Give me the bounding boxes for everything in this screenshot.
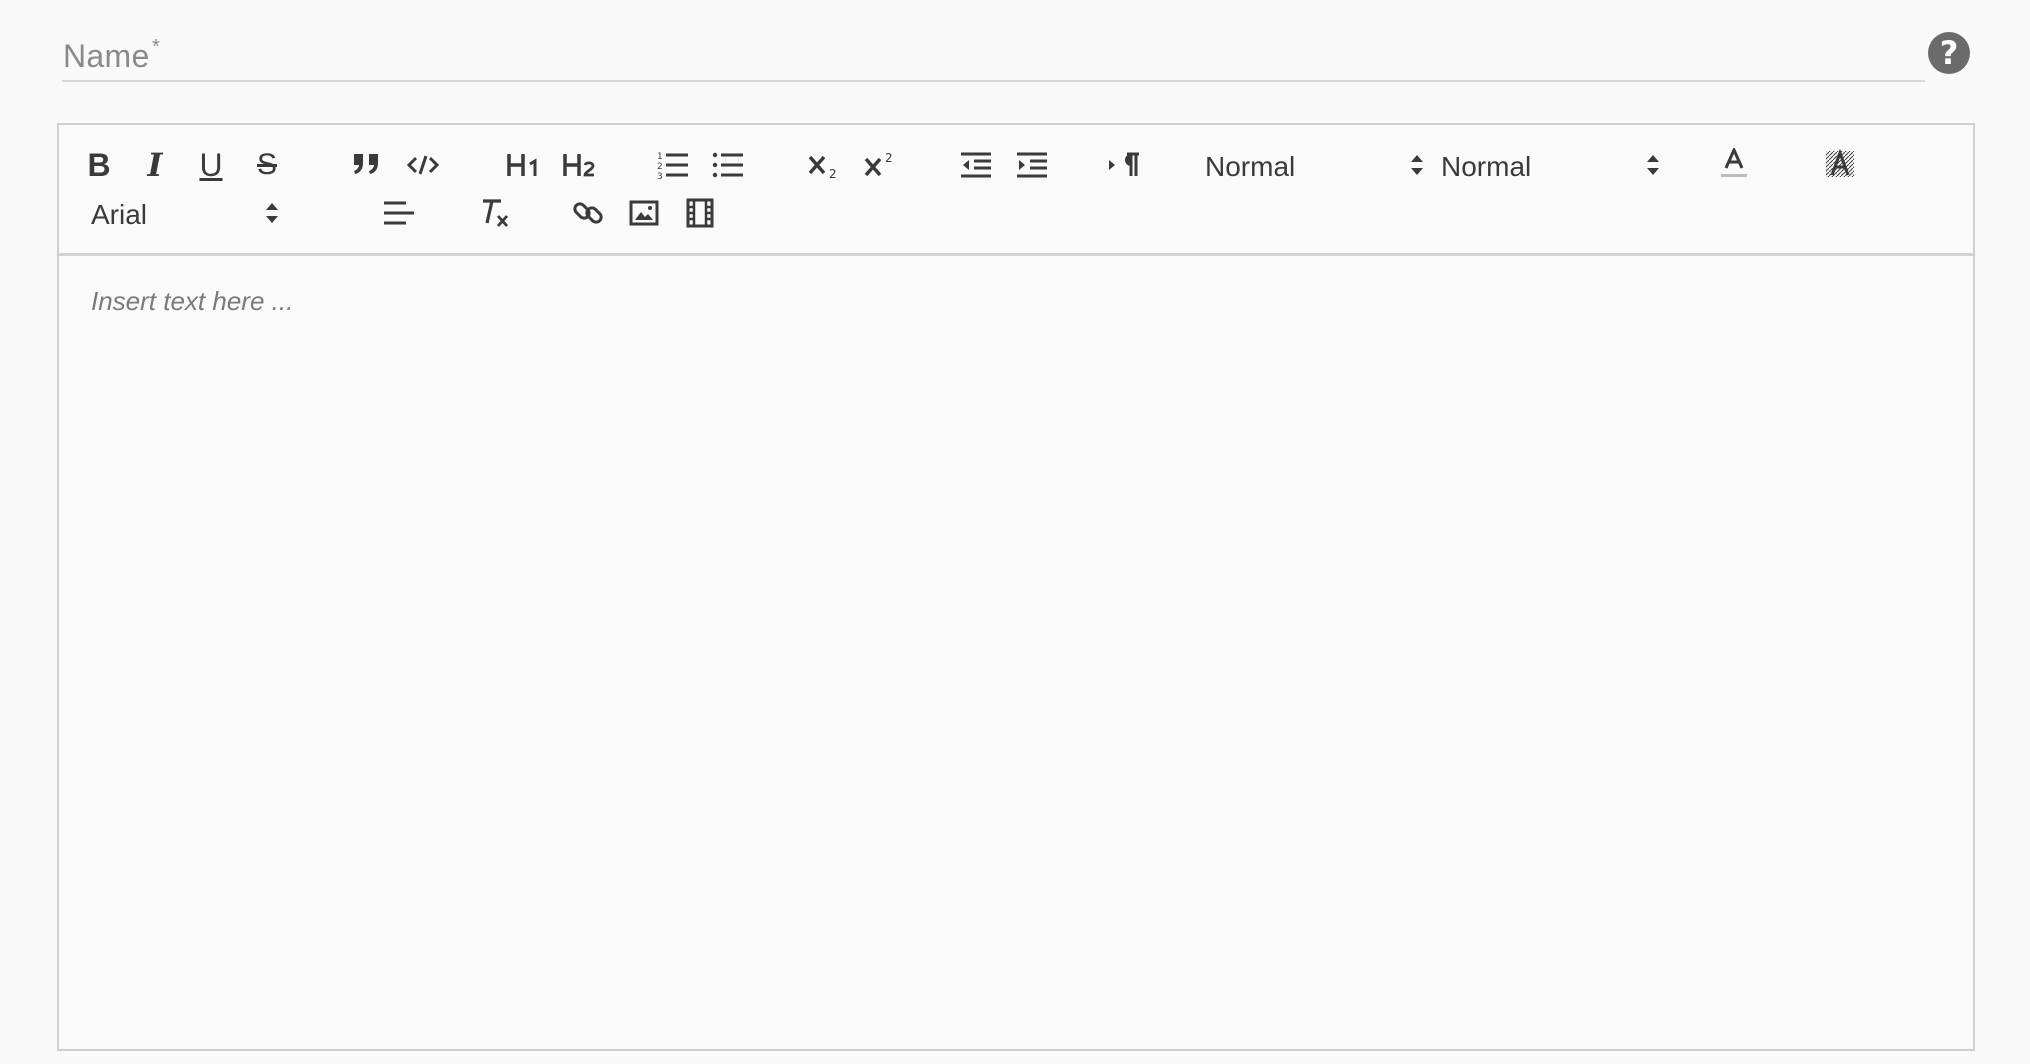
heading-1-button[interactable] [499, 145, 549, 185]
indent-button[interactable] [1011, 145, 1053, 185]
align-button[interactable] [377, 193, 419, 233]
rich-text-editor: B I U S 1 2 3 2 2 Normal Normal Arial In… [57, 123, 1975, 1051]
align-left-icon [384, 201, 414, 225]
italic-button[interactable]: I [137, 145, 173, 185]
chevron-updown-icon [1411, 155, 1423, 175]
help-icon[interactable]: ? [1928, 32, 1970, 74]
outdent-icon [961, 152, 991, 178]
svg-text:1: 1 [657, 152, 663, 162]
blockquote-button[interactable] [349, 145, 385, 185]
editor-toolbar: B I U S 1 2 3 2 2 Normal Normal Arial [59, 125, 1973, 256]
clear-formatting-button[interactable] [473, 193, 515, 233]
size-picker[interactable]: Normal [1441, 145, 1661, 185]
bold-button[interactable]: B [81, 145, 117, 185]
text-color-icon [1721, 148, 1747, 177]
video-button[interactable] [679, 193, 721, 233]
outdent-button[interactable] [955, 145, 997, 185]
text-direction-icon [1109, 152, 1139, 176]
heading-2-button[interactable] [555, 145, 605, 185]
subscript-icon: 2 [808, 155, 837, 179]
superscript-button[interactable]: 2 [859, 145, 901, 185]
image-icon [629, 200, 659, 226]
italic-icon: I [147, 146, 163, 184]
chevron-updown-icon [266, 203, 278, 223]
indent-icon [1017, 152, 1047, 178]
font-picker[interactable]: Arial [91, 193, 281, 233]
bullet-list-icon [712, 152, 743, 178]
header-picker[interactable]: Normal [1205, 145, 1425, 185]
clear-formatting-icon [483, 199, 509, 227]
chevron-updown-icon [1647, 155, 1659, 175]
heading-2-icon [563, 154, 595, 177]
svg-text:2: 2 [657, 162, 663, 172]
text-direction-button[interactable] [1103, 145, 1145, 185]
heading-1-icon [507, 154, 537, 176]
svg-text:3: 3 [657, 172, 663, 180]
strikethrough-icon: S [256, 148, 277, 181]
ordered-list-icon: 1 2 3 [657, 152, 688, 180]
font-picker-label: Arial [91, 199, 148, 230]
code-block-button[interactable] [405, 145, 441, 185]
name-field[interactable]: Name * [62, 30, 1925, 82]
blockquote-icon [354, 154, 378, 174]
header-picker-label: Normal [1205, 151, 1296, 182]
underline-button[interactable]: U [193, 145, 229, 185]
editor-placeholder: Insert text here ... [91, 286, 294, 316]
code-block-icon [407, 155, 439, 175]
editor-content[interactable]: Insert text here ... [59, 256, 1973, 1049]
svg-text:2: 2 [885, 151, 893, 165]
underline-icon: U [199, 146, 223, 183]
bold-icon: B [87, 146, 111, 183]
ordered-list-button[interactable]: 1 2 3 [651, 145, 693, 185]
svg-text:2: 2 [829, 167, 837, 179]
background-color-button[interactable] [1819, 143, 1861, 185]
strikethrough-button[interactable]: S [249, 145, 285, 185]
link-icon [573, 202, 603, 224]
link-button[interactable] [567, 193, 609, 233]
bullet-list-button[interactable] [707, 145, 749, 185]
video-icon [686, 198, 714, 228]
superscript-icon: 2 [864, 151, 893, 177]
image-button[interactable] [623, 193, 665, 233]
subscript-button[interactable]: 2 [803, 145, 845, 185]
name-input[interactable] [62, 30, 1925, 80]
background-color-icon [1826, 148, 1854, 177]
size-picker-label: Normal [1441, 151, 1532, 182]
text-color-button[interactable] [1713, 143, 1755, 185]
